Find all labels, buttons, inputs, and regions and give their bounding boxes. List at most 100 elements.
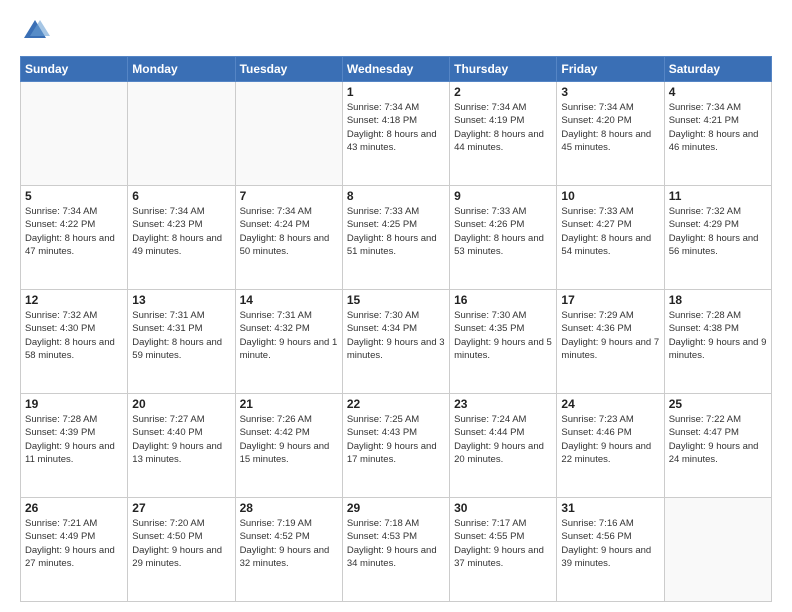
logo-icon <box>20 16 50 46</box>
day-number: 1 <box>347 85 445 99</box>
day-info: Sunrise: 7:23 AM Sunset: 4:46 PM Dayligh… <box>561 413 659 466</box>
calendar-cell: 9 Sunrise: 7:33 AM Sunset: 4:26 PM Daylig… <box>450 186 557 290</box>
calendar-cell: 28 Sunrise: 7:19 AM Sunset: 4:52 PM Dayli… <box>235 498 342 602</box>
calendar-table: SundayMondayTuesdayWednesdayThursdayFrid… <box>20 56 772 602</box>
page: SundayMondayTuesdayWednesdayThursdayFrid… <box>0 0 792 612</box>
calendar-header-friday: Friday <box>557 57 664 82</box>
day-info: Sunrise: 7:34 AM Sunset: 4:18 PM Dayligh… <box>347 101 445 154</box>
calendar-cell: 1 Sunrise: 7:34 AM Sunset: 4:18 PM Daylig… <box>342 82 449 186</box>
calendar-cell: 21 Sunrise: 7:26 AM Sunset: 4:42 PM Dayli… <box>235 394 342 498</box>
day-number: 22 <box>347 397 445 411</box>
day-info: Sunrise: 7:24 AM Sunset: 4:44 PM Dayligh… <box>454 413 552 466</box>
calendar-cell: 31 Sunrise: 7:16 AM Sunset: 4:56 PM Dayli… <box>557 498 664 602</box>
day-number: 28 <box>240 501 338 515</box>
day-number: 26 <box>25 501 123 515</box>
day-info: Sunrise: 7:30 AM Sunset: 4:35 PM Dayligh… <box>454 309 552 362</box>
day-info: Sunrise: 7:19 AM Sunset: 4:52 PM Dayligh… <box>240 517 338 570</box>
day-number: 6 <box>132 189 230 203</box>
day-number: 27 <box>132 501 230 515</box>
day-number: 5 <box>25 189 123 203</box>
day-number: 11 <box>669 189 767 203</box>
day-number: 7 <box>240 189 338 203</box>
day-number: 18 <box>669 293 767 307</box>
day-number: 10 <box>561 189 659 203</box>
day-info: Sunrise: 7:22 AM Sunset: 4:47 PM Dayligh… <box>669 413 767 466</box>
day-info: Sunrise: 7:17 AM Sunset: 4:55 PM Dayligh… <box>454 517 552 570</box>
calendar-header-monday: Monday <box>128 57 235 82</box>
calendar-cell: 26 Sunrise: 7:21 AM Sunset: 4:49 PM Dayli… <box>21 498 128 602</box>
day-number: 16 <box>454 293 552 307</box>
day-number: 12 <box>25 293 123 307</box>
day-info: Sunrise: 7:27 AM Sunset: 4:40 PM Dayligh… <box>132 413 230 466</box>
calendar-cell: 25Sunrise: 7:22 AM Sunset: 4:47 PM Dayli… <box>664 394 771 498</box>
calendar-header-row: SundayMondayTuesdayWednesdayThursdayFrid… <box>21 57 772 82</box>
calendar-header-tuesday: Tuesday <box>235 57 342 82</box>
calendar-cell: 7 Sunrise: 7:34 AM Sunset: 4:24 PM Daylig… <box>235 186 342 290</box>
day-number: 23 <box>454 397 552 411</box>
calendar-cell: 14Sunrise: 7:31 AM Sunset: 4:32 PM Dayli… <box>235 290 342 394</box>
day-number: 24 <box>561 397 659 411</box>
day-number: 31 <box>561 501 659 515</box>
calendar-cell: 5 Sunrise: 7:34 AM Sunset: 4:22 PM Daylig… <box>21 186 128 290</box>
day-info: Sunrise: 7:32 AM Sunset: 4:29 PM Dayligh… <box>669 205 767 258</box>
day-info: Sunrise: 7:16 AM Sunset: 4:56 PM Dayligh… <box>561 517 659 570</box>
day-info: Sunrise: 7:34 AM Sunset: 4:23 PM Dayligh… <box>132 205 230 258</box>
day-info: Sunrise: 7:18 AM Sunset: 4:53 PM Dayligh… <box>347 517 445 570</box>
calendar-cell: 10Sunrise: 7:33 AM Sunset: 4:27 PM Dayli… <box>557 186 664 290</box>
calendar-week-3: 19 Sunrise: 7:28 AM Sunset: 4:39 PM Dayli… <box>21 394 772 498</box>
day-info: Sunrise: 7:34 AM Sunset: 4:20 PM Dayligh… <box>561 101 659 154</box>
calendar-header-saturday: Saturday <box>664 57 771 82</box>
calendar-cell: 18 Sunrise: 7:28 AM Sunset: 4:38 PM Dayli… <box>664 290 771 394</box>
day-number: 15 <box>347 293 445 307</box>
day-info: Sunrise: 7:31 AM Sunset: 4:31 PM Dayligh… <box>132 309 230 362</box>
calendar-cell: 13Sunrise: 7:31 AM Sunset: 4:31 PM Dayli… <box>128 290 235 394</box>
calendar-week-1: 5 Sunrise: 7:34 AM Sunset: 4:22 PM Daylig… <box>21 186 772 290</box>
day-info: Sunrise: 7:34 AM Sunset: 4:19 PM Dayligh… <box>454 101 552 154</box>
day-number: 9 <box>454 189 552 203</box>
day-info: Sunrise: 7:34 AM Sunset: 4:24 PM Dayligh… <box>240 205 338 258</box>
calendar-cell: 22 Sunrise: 7:25 AM Sunset: 4:43 PM Dayli… <box>342 394 449 498</box>
calendar-cell: 12 Sunrise: 7:32 AM Sunset: 4:30 PM Dayli… <box>21 290 128 394</box>
calendar-cell <box>128 82 235 186</box>
calendar-week-0: 1 Sunrise: 7:34 AM Sunset: 4:18 PM Daylig… <box>21 82 772 186</box>
calendar-week-2: 12 Sunrise: 7:32 AM Sunset: 4:30 PM Dayli… <box>21 290 772 394</box>
calendar-cell: 20 Sunrise: 7:27 AM Sunset: 4:40 PM Dayli… <box>128 394 235 498</box>
day-info: Sunrise: 7:30 AM Sunset: 4:34 PM Dayligh… <box>347 309 445 362</box>
day-info: Sunrise: 7:21 AM Sunset: 4:49 PM Dayligh… <box>25 517 123 570</box>
calendar-cell: 17 Sunrise: 7:29 AM Sunset: 4:36 PM Dayli… <box>557 290 664 394</box>
day-info: Sunrise: 7:26 AM Sunset: 4:42 PM Dayligh… <box>240 413 338 466</box>
calendar-cell: 11 Sunrise: 7:32 AM Sunset: 4:29 PM Dayli… <box>664 186 771 290</box>
header <box>20 16 772 46</box>
day-number: 30 <box>454 501 552 515</box>
calendar-cell: 15 Sunrise: 7:30 AM Sunset: 4:34 PM Dayli… <box>342 290 449 394</box>
calendar-cell: 24 Sunrise: 7:23 AM Sunset: 4:46 PM Dayli… <box>557 394 664 498</box>
day-number: 20 <box>132 397 230 411</box>
day-number: 19 <box>25 397 123 411</box>
day-number: 17 <box>561 293 659 307</box>
calendar-cell: 3 Sunrise: 7:34 AM Sunset: 4:20 PM Daylig… <box>557 82 664 186</box>
calendar-cell: 16 Sunrise: 7:30 AM Sunset: 4:35 PM Dayli… <box>450 290 557 394</box>
day-number: 8 <box>347 189 445 203</box>
calendar-cell: 30 Sunrise: 7:17 AM Sunset: 4:55 PM Dayli… <box>450 498 557 602</box>
day-number: 3 <box>561 85 659 99</box>
calendar-cell <box>235 82 342 186</box>
day-info: Sunrise: 7:28 AM Sunset: 4:39 PM Dayligh… <box>25 413 123 466</box>
day-info: Sunrise: 7:29 AM Sunset: 4:36 PM Dayligh… <box>561 309 659 362</box>
calendar-week-4: 26 Sunrise: 7:21 AM Sunset: 4:49 PM Dayli… <box>21 498 772 602</box>
day-info: Sunrise: 7:31 AM Sunset: 4:32 PM Dayligh… <box>240 309 338 362</box>
day-number: 21 <box>240 397 338 411</box>
day-info: Sunrise: 7:28 AM Sunset: 4:38 PM Dayligh… <box>669 309 767 362</box>
calendar-cell: 4Sunrise: 7:34 AM Sunset: 4:21 PM Daylig… <box>664 82 771 186</box>
calendar-cell: 23 Sunrise: 7:24 AM Sunset: 4:44 PM Dayli… <box>450 394 557 498</box>
calendar-header-sunday: Sunday <box>21 57 128 82</box>
day-info: Sunrise: 7:33 AM Sunset: 4:25 PM Dayligh… <box>347 205 445 258</box>
day-info: Sunrise: 7:32 AM Sunset: 4:30 PM Dayligh… <box>25 309 123 362</box>
day-info: Sunrise: 7:33 AM Sunset: 4:26 PM Dayligh… <box>454 205 552 258</box>
calendar-header-thursday: Thursday <box>450 57 557 82</box>
calendar-cell: 27Sunrise: 7:20 AM Sunset: 4:50 PM Dayli… <box>128 498 235 602</box>
day-info: Sunrise: 7:25 AM Sunset: 4:43 PM Dayligh… <box>347 413 445 466</box>
day-info: Sunrise: 7:34 AM Sunset: 4:22 PM Dayligh… <box>25 205 123 258</box>
calendar-cell: 29 Sunrise: 7:18 AM Sunset: 4:53 PM Dayli… <box>342 498 449 602</box>
day-number: 29 <box>347 501 445 515</box>
calendar-cell <box>21 82 128 186</box>
